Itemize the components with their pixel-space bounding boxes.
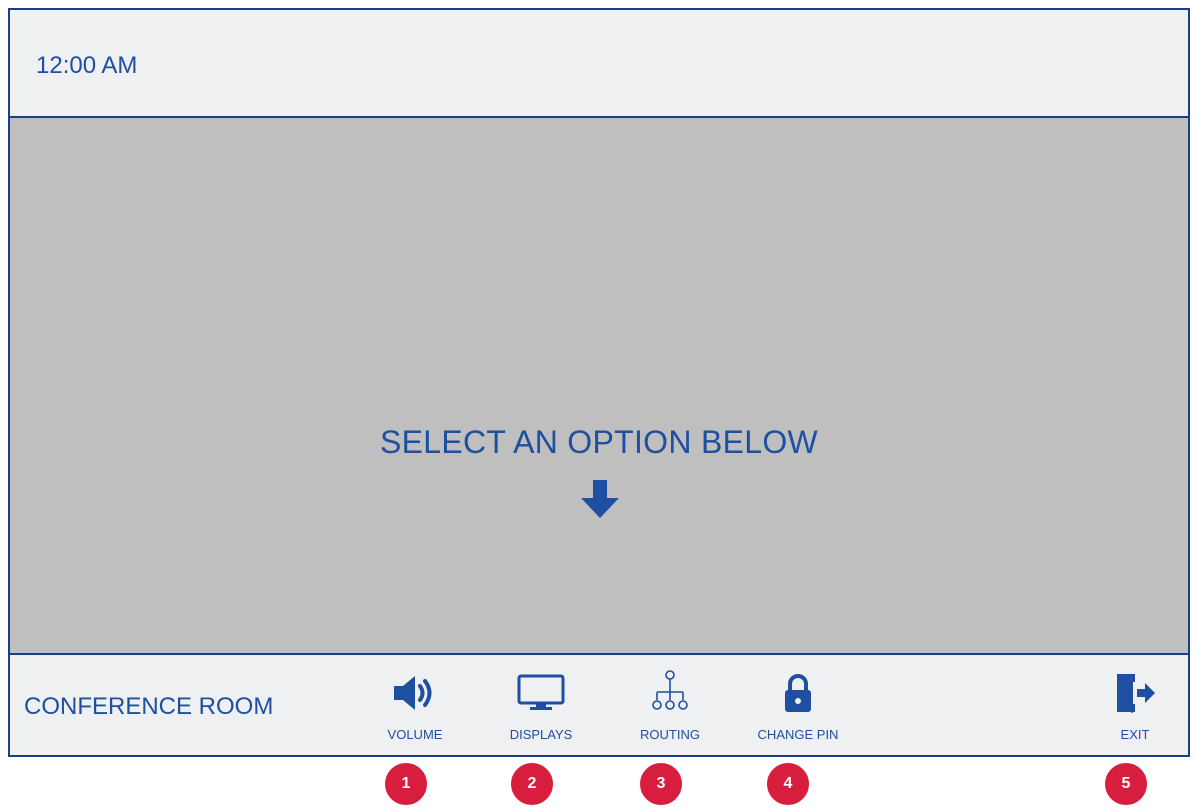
- displays-label: DISPLAYS: [509, 727, 573, 742]
- exit-door-icon: [1075, 671, 1188, 715]
- volume-button[interactable]: VOLUME: [355, 665, 475, 751]
- room-name: CONFERENCE ROOM: [24, 693, 274, 720]
- top-bar: 12:00 AM: [10, 10, 1188, 118]
- speaker-icon: [355, 671, 475, 715]
- routing-tree-icon: [610, 670, 730, 715]
- main-area: SELECT AN OPTION BELOW: [10, 118, 1188, 653]
- touch-panel: 12:00 AM SELECT AN OPTION BELOW CONFEREN…: [8, 8, 1190, 757]
- callout-badge-3: 3: [637, 760, 685, 808]
- lock-icon: [738, 671, 858, 715]
- clock: 12:00 AM: [36, 52, 138, 79]
- change-pin-button[interactable]: CHANGE PIN: [738, 665, 858, 751]
- select-option-prompt: SELECT AN OPTION BELOW: [379, 424, 819, 460]
- exit-label: EXIT: [1120, 727, 1150, 742]
- callout-badge-1: 1: [382, 760, 430, 808]
- routing-label: ROUTING: [640, 727, 700, 742]
- change-pin-label: CHANGE PIN: [757, 727, 839, 742]
- routing-button[interactable]: ROUTING: [610, 665, 730, 751]
- callout-badge-4: 4: [764, 760, 812, 808]
- displays-button[interactable]: DISPLAYS: [481, 665, 601, 751]
- callout-badge-5: 5: [1102, 760, 1150, 808]
- callout-badge-2: 2: [508, 760, 556, 808]
- monitor-icon: [481, 671, 601, 715]
- bottom-bar: CONFERENCE ROOM VOLUME DISPLAYS ROUTING …: [10, 653, 1188, 755]
- volume-label: VOLUME: [387, 727, 443, 742]
- arrow-down-icon: [581, 480, 619, 518]
- exit-button[interactable]: EXIT: [1075, 665, 1188, 751]
